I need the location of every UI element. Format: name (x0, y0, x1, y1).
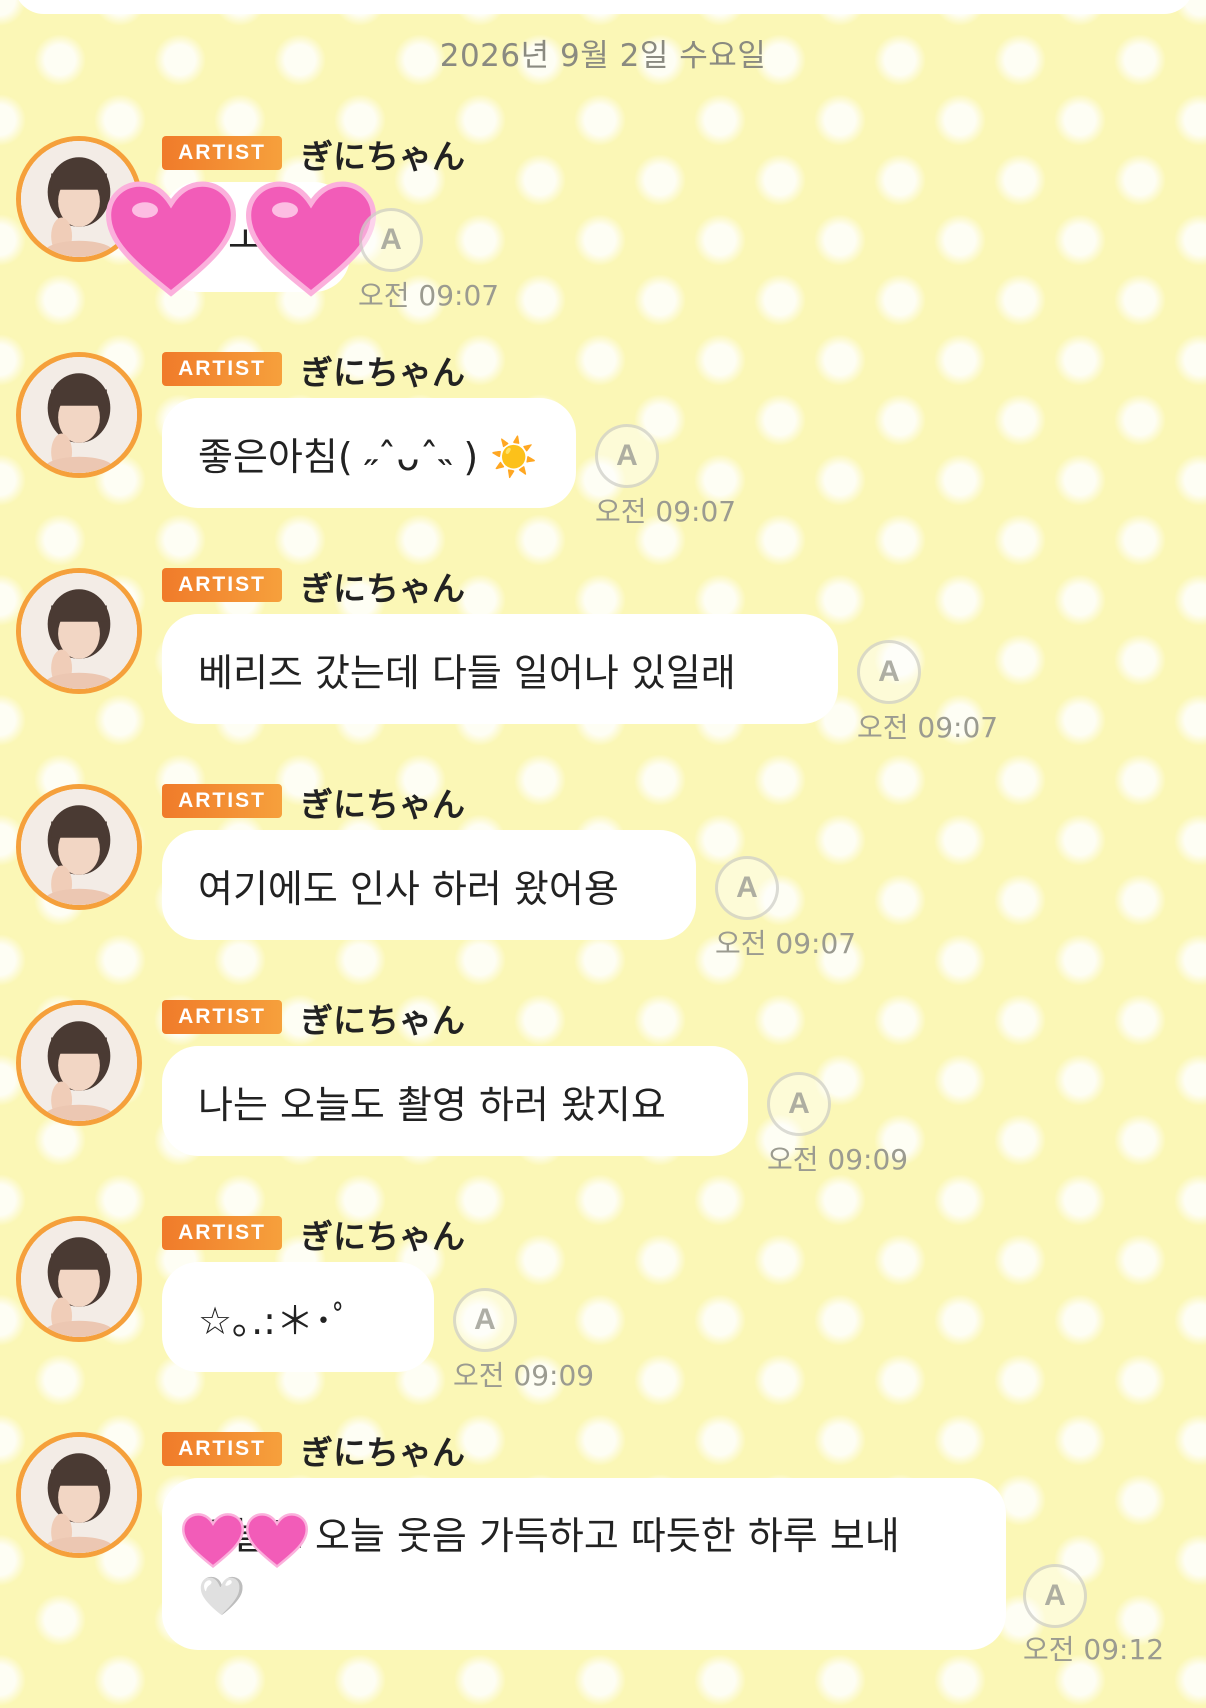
translate-icon[interactable]: A (715, 856, 779, 920)
translate-icon[interactable]: A (359, 208, 423, 272)
avatar[interactable] (16, 1216, 142, 1342)
artist-badge: ARTIST (162, 1000, 282, 1034)
artist-badge: ARTIST (162, 352, 282, 386)
sender-name: ぎにちゃん (300, 353, 465, 392)
message-text: 베리즈 갔는데 다들 일어나 있일래 (198, 650, 736, 695)
message-item[interactable]: ARTIST ぎにちゃん 여기에도 인사 하러 왔어용 A 오전 09:07 (0, 774, 1206, 974)
heart-sticker-icon (246, 180, 376, 300)
avatar[interactable] (16, 352, 142, 478)
message-item[interactable]: ARTIST ぎにちゃん 나는 오늘도 촬영 하러 왔지요 A 오전 09:09 (0, 990, 1206, 1190)
message-text: 여기에도 인사 하러 왔어용 (198, 866, 619, 911)
message-item[interactable]: ARTIST ぎにちゃん 베리즈 갔는데 다들 일어나 있일래 A 오전 09:… (0, 558, 1206, 758)
white-heart-icon: 🤍 (198, 1574, 246, 1618)
message-time: 오전 09:07 (358, 279, 500, 312)
translate-icon[interactable]: A (857, 640, 921, 704)
message-time: 오전 09:07 (595, 495, 737, 528)
translate-icon[interactable]: A (453, 1288, 517, 1352)
message-text: 나는 오늘도 촬영 하러 왔지요 (198, 1082, 666, 1127)
artist-badge: ARTIST (162, 784, 282, 818)
translate-icon[interactable]: A (767, 1072, 831, 1136)
heart-sticker-icon (246, 1512, 308, 1570)
heart-sticker-icon (182, 1512, 244, 1570)
message-item[interactable]: ARTIST ぎにちゃん ㅗ이 A 오전 09:07 (0, 126, 1206, 326)
message-bubble[interactable]: 여기에도 인사 하러 왔어용 (162, 830, 696, 940)
message-text: ☆｡.:＊･ﾟ (198, 1298, 352, 1343)
avatar[interactable] (16, 568, 142, 694)
heart-sticker-icon (106, 180, 236, 300)
artist-badge: ARTIST (162, 568, 282, 602)
message-bubble[interactable]: ☆｡.:＊･ﾟ (162, 1262, 434, 1372)
message-time: 오전 09:09 (453, 1359, 595, 1392)
sender-name: ぎにちゃん (300, 137, 465, 176)
message-bubble[interactable]: 베리즈 갔는데 다들 일어나 있일래 (162, 614, 838, 724)
message-bubble[interactable]: 좋은아침( ˶ˆᴗˆ˵ ) ☀️ (162, 398, 576, 508)
avatar[interactable] (16, 1432, 142, 1558)
message-item[interactable]: ARTIST ぎにちゃん ☆｡.:＊･ﾟ A 오전 09:09 (0, 1206, 1206, 1406)
artist-badge: ARTIST (162, 1216, 282, 1250)
translate-icon[interactable]: A (1023, 1564, 1087, 1628)
message-item[interactable]: ARTIST ぎにちゃん 오늘도 오늘 웃음 가득하고 따듯한 하루 보내 🤍 … (0, 1422, 1206, 1702)
translate-icon[interactable]: A (595, 424, 659, 488)
message-time: 오전 09:09 (767, 1143, 909, 1176)
sender-name: ぎにちゃん (300, 569, 465, 608)
message-time: 오전 09:07 (715, 927, 857, 960)
message-time: 오전 09:07 (857, 711, 999, 744)
date-header: 2026년 9월 2일 수요일 (439, 38, 767, 74)
top-sheet (14, 0, 1194, 14)
sender-name: ぎにちゃん (300, 1217, 465, 1256)
avatar[interactable] (16, 784, 142, 910)
avatar[interactable] (16, 1000, 142, 1126)
sender-name: ぎにちゃん (300, 1001, 465, 1040)
message-text: 좋은아침( ˶ˆᴗˆ˵ ) ☀️ (198, 434, 538, 479)
sender-name: ぎにちゃん (300, 785, 465, 824)
artist-badge: ARTIST (162, 1432, 282, 1466)
sender-name: ぎにちゃん (300, 1433, 465, 1472)
message-item[interactable]: ARTIST ぎにちゃん 좋은아침( ˶ˆᴗˆ˵ ) ☀️ A 오전 09:07 (0, 342, 1206, 542)
artist-badge: ARTIST (162, 136, 282, 170)
message-time: 오전 09:12 (1023, 1633, 1165, 1666)
message-bubble[interactable]: 나는 오늘도 촬영 하러 왔지요 (162, 1046, 748, 1156)
